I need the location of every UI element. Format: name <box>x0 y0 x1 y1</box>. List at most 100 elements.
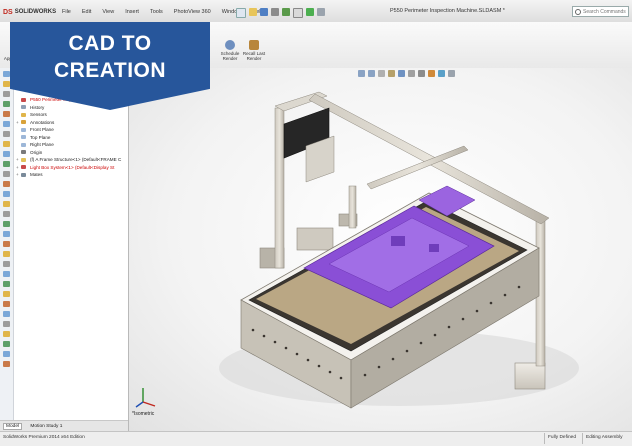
menu-photoview[interactable]: PhotoView 360 <box>173 8 212 16</box>
menu-tools[interactable]: Tools <box>149 8 164 16</box>
tree-item-front-plane[interactable]: Front Plane <box>16 126 121 134</box>
menu-insert[interactable]: Insert <box>124 8 140 16</box>
tool-icon[interactable] <box>3 241 10 247</box>
plane-icon <box>21 127 26 132</box>
save-icon[interactable] <box>260 8 268 16</box>
status-divider <box>544 433 545 444</box>
tool-icon[interactable] <box>3 311 10 317</box>
tree-item-annotations[interactable]: + Annotations <box>16 119 121 127</box>
expand-icon[interactable]: + <box>16 119 19 127</box>
post-back <box>348 185 357 229</box>
status-version: SolidWorks Premium 2014 x64 Edition <box>3 435 85 440</box>
tree-item-light-box[interactable]: + Light Box System<1> (Default<Display S… <box>16 164 121 172</box>
new-icon[interactable] <box>236 8 246 18</box>
tool-icon[interactable] <box>3 121 10 127</box>
tree-item-mates[interactable]: + Mates <box>16 171 121 179</box>
recall-last-render-button[interactable]: Recall Last Render <box>240 40 268 61</box>
tool-icon[interactable] <box>3 361 10 367</box>
expand-icon[interactable]: + <box>16 171 19 179</box>
side-toolbar <box>0 68 14 431</box>
ds-logo-icon: DS <box>3 8 13 16</box>
rebuild-icon[interactable] <box>306 8 314 16</box>
tool-icon[interactable] <box>3 231 10 237</box>
search-input[interactable]: Search Commands <box>572 6 629 17</box>
tool-icon[interactable] <box>3 351 10 357</box>
tool-icon[interactable] <box>3 341 10 347</box>
tool-icon[interactable] <box>3 71 10 77</box>
menu-edit[interactable]: Edit <box>81 8 92 16</box>
tool-icon[interactable] <box>3 171 10 177</box>
tool-icon[interactable] <box>3 251 10 257</box>
tool-icon[interactable] <box>3 161 10 167</box>
search-icon <box>575 9 581 15</box>
expand-icon[interactable]: + <box>16 156 19 164</box>
badge-line-1: CAD TO <box>68 32 152 55</box>
origin-icon <box>21 150 26 154</box>
view-label: *Isometric <box>132 411 155 417</box>
plane-icon <box>21 135 26 139</box>
part-icon <box>21 157 26 162</box>
tool-icon[interactable] <box>3 181 10 187</box>
tool-icon[interactable] <box>3 131 10 137</box>
tool-icon[interactable] <box>3 221 10 227</box>
tool-icon[interactable] <box>3 151 10 157</box>
sensor-icon <box>21 112 26 117</box>
title-bar: DS SOLIDWORKS File Edit View Insert Tool… <box>0 0 632 23</box>
open-icon[interactable] <box>249 8 257 16</box>
tool-icon[interactable] <box>3 201 10 207</box>
history-icon <box>21 105 26 109</box>
menu-view[interactable]: View <box>101 8 115 16</box>
brand-name: SOLIDWORKS <box>14 9 57 15</box>
menu-bar: File Edit View Insert Tools PhotoView 36… <box>61 8 265 16</box>
assembly-model[interactable] <box>129 68 632 431</box>
tool-icon[interactable] <box>3 271 10 277</box>
tool-icon[interactable] <box>3 261 10 267</box>
tool-icon[interactable] <box>3 141 10 147</box>
tool-icon[interactable] <box>3 111 10 117</box>
tool-icon[interactable] <box>3 191 10 197</box>
clock-icon <box>225 40 235 50</box>
tool-icon[interactable] <box>3 331 10 337</box>
options-icon[interactable] <box>317 8 325 16</box>
tool-icon[interactable] <box>3 291 10 297</box>
badge-line-2: CREATION <box>53 59 167 82</box>
post-left <box>274 107 285 269</box>
render-icon <box>249 40 259 50</box>
mates-icon <box>21 172 26 177</box>
tree-item-origin[interactable]: Origin <box>16 149 121 157</box>
print-icon[interactable] <box>271 8 279 16</box>
tool-icon[interactable] <box>3 281 10 287</box>
select-icon[interactable] <box>293 8 303 18</box>
feature-manager-panel: P550 Perimeter Inspection History Sensor… <box>0 68 129 431</box>
menu-file[interactable]: File <box>61 8 72 16</box>
tree-item-right-plane[interactable]: Right Plane <box>16 141 121 149</box>
expand-icon[interactable]: + <box>16 164 19 172</box>
tool-icon[interactable] <box>3 321 10 327</box>
foot-back-mid <box>296 227 334 251</box>
status-mode: Editing Assembly <box>586 435 623 440</box>
tree-item-top-plane[interactable]: Top Plane <box>16 134 121 142</box>
tool-icon[interactable] <box>3 91 10 97</box>
annotation-icon <box>21 120 26 124</box>
foot-front-right <box>514 362 546 390</box>
status-definition: Fully Defined <box>548 435 576 440</box>
tool-icon[interactable] <box>3 211 10 217</box>
tool-icon[interactable] <box>3 101 10 107</box>
part-tray-pocket <box>391 236 405 246</box>
undo-icon[interactable] <box>282 8 290 16</box>
tool-icon[interactable] <box>3 81 10 87</box>
triad-icon <box>135 388 156 408</box>
tool-icon[interactable] <box>3 301 10 307</box>
tree-item-frame-structure[interactable]: + (f) A Frame Structure<1> (Default<FRAM… <box>16 156 121 164</box>
document-title: P550 Perimeter Inspection Machine.SLDASM… <box>390 8 505 14</box>
quick-access-toolbar <box>236 8 325 18</box>
status-bar: SolidWorks Premium 2014 x64 Edition Full… <box>0 431 632 446</box>
solidworks-logo[interactable]: DS SOLIDWORKS <box>3 7 56 17</box>
plane-icon <box>21 142 26 147</box>
tab-motion-study[interactable]: Motion Study 1 <box>28 424 64 429</box>
tab-model[interactable]: Model <box>3 423 23 430</box>
part-icon <box>21 165 26 169</box>
assembly-icon <box>21 97 26 102</box>
tree-item-sensors[interactable]: Sensors <box>16 111 121 119</box>
status-divider <box>582 433 583 444</box>
